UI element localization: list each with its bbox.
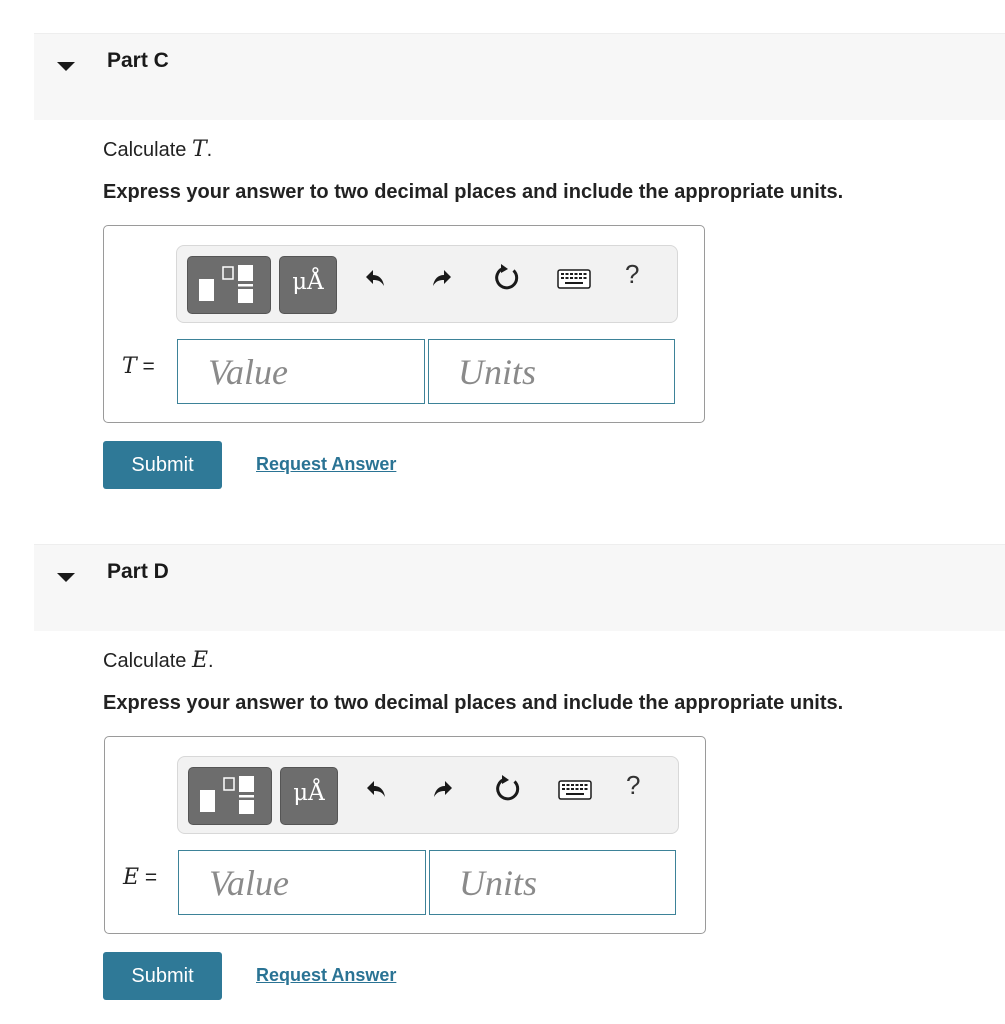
variable-symbol: T [122, 354, 137, 379]
help-button[interactable]: ? [625, 259, 639, 290]
reset-icon[interactable] [493, 262, 523, 292]
variable-label: T = [122, 354, 155, 379]
value-input[interactable]: Value [177, 339, 425, 404]
answer-box: μÅ ? E = Value Units [104, 736, 706, 934]
part-title: Part C [107, 49, 169, 72]
templates-icon [199, 265, 253, 303]
part-title: Part D [107, 560, 169, 583]
question-prefix: Calculate [103, 650, 192, 672]
units-button[interactable]: μÅ [279, 256, 337, 314]
redo-icon[interactable] [430, 266, 454, 290]
instructions-text: Express your answer to two decimal place… [103, 181, 844, 203]
units-button[interactable]: μÅ [280, 767, 338, 825]
equals-sign: = [136, 355, 155, 378]
templates-button[interactable] [187, 256, 271, 314]
request-answer-link[interactable]: Request Answer [256, 454, 396, 475]
keyboard-icon[interactable] [558, 779, 592, 801]
variable-symbol: E [123, 865, 140, 890]
question-prefix: Calculate [103, 139, 192, 161]
question-variable: E [191, 648, 208, 673]
templates-icon [200, 776, 254, 814]
answer-box: μÅ ? T = Value Units [103, 225, 705, 423]
units-placeholder: Units [458, 352, 537, 392]
collapse-caret-icon[interactable] [57, 573, 75, 582]
submit-button[interactable]: Submit [103, 952, 222, 1000]
question-suffix: . [208, 650, 214, 672]
equals-sign: = [139, 866, 158, 889]
units-label: μÅ [292, 269, 324, 295]
collapse-caret-icon[interactable] [57, 62, 75, 71]
templates-button[interactable] [188, 767, 272, 825]
submit-button[interactable]: Submit [103, 441, 222, 489]
math-toolbar: μÅ ? [177, 756, 679, 834]
instructions-text: Express your answer to two decimal place… [103, 692, 844, 714]
units-label: μÅ [293, 780, 325, 806]
math-toolbar: μÅ ? [176, 245, 678, 323]
request-answer-link[interactable]: Request Answer [256, 965, 396, 986]
units-input[interactable]: Units [428, 339, 675, 404]
redo-icon[interactable] [431, 777, 455, 801]
part-c-header[interactable] [34, 33, 1005, 120]
variable-label: E = [123, 865, 157, 890]
value-input[interactable]: Value [178, 850, 426, 915]
undo-icon[interactable] [364, 777, 388, 801]
question-variable: T [191, 137, 207, 162]
units-input[interactable]: Units [429, 850, 676, 915]
value-placeholder: Value [208, 352, 288, 392]
keyboard-icon[interactable] [557, 268, 591, 290]
part-d-header[interactable] [34, 544, 1005, 631]
help-button[interactable]: ? [626, 770, 640, 801]
question-text: Calculate T. [103, 137, 212, 162]
reset-icon[interactable] [494, 773, 524, 803]
undo-icon[interactable] [363, 266, 387, 290]
question-text: Calculate E. [103, 648, 214, 673]
units-placeholder: Units [459, 863, 538, 903]
value-placeholder: Value [209, 863, 289, 903]
question-suffix: . [206, 139, 213, 161]
